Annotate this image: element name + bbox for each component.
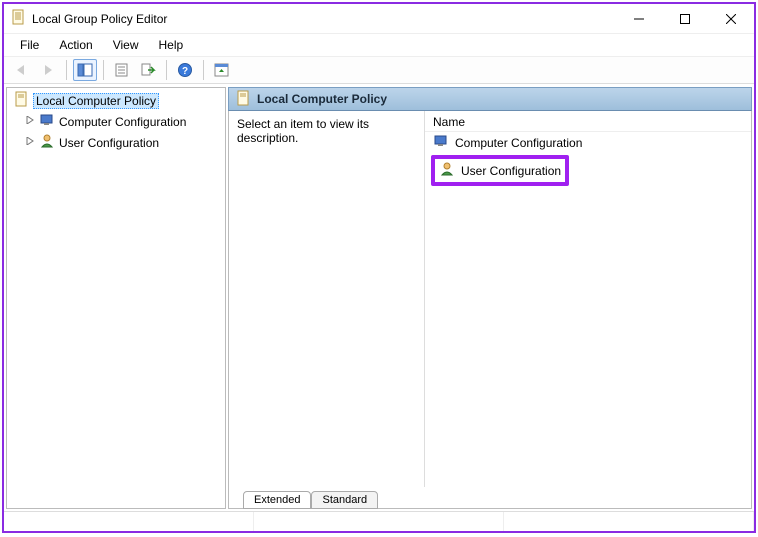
menu-action[interactable]: Action [51,36,100,54]
titlebar: Local Group Policy Editor [4,4,754,34]
status-segment [504,512,754,531]
help-button[interactable]: ? [173,59,197,81]
close-button[interactable] [708,5,754,33]
menubar: File Action View Help [4,34,754,56]
tree-root[interactable]: Local Computer Policy [11,90,221,111]
tree-item-user-config[interactable]: User Configuration [11,132,221,153]
svg-text:?: ? [182,66,188,77]
tree-item-label: Computer Configuration [59,115,186,129]
tree-item-label: User Configuration [59,136,159,150]
list-item-computer-config[interactable]: Computer Configuration [425,132,751,153]
detail-header-title: Local Computer Policy [257,92,387,106]
forward-button [36,59,60,81]
status-segment [254,512,504,531]
computer-icon [39,112,55,131]
back-button [10,59,34,81]
app-icon [10,9,26,28]
tab-standard[interactable]: Standard [311,491,378,509]
user-icon [39,133,55,152]
status-segment [4,512,254,531]
tree-root-label: Local Computer Policy [33,93,159,109]
menu-view[interactable]: View [105,36,147,54]
show-pane-button[interactable] [210,59,234,81]
tab-extended[interactable]: Extended [243,491,311,509]
item-list[interactable]: Name Computer Configuration User Configu… [424,111,751,487]
main-split: Local Computer Policy Computer Configura… [4,84,754,511]
column-header-name[interactable]: Name [425,113,751,132]
maximize-button[interactable] [662,5,708,33]
toolbar-separator [203,60,204,80]
menu-file[interactable]: File [12,36,47,54]
detail-tabs: Extended Standard [228,487,752,509]
show-tree-button[interactable] [73,59,97,81]
detail-header: Local Computer Policy [228,87,752,111]
window-title: Local Group Policy Editor [32,12,616,26]
toolbar-separator [66,60,67,80]
properties-button[interactable] [110,59,134,81]
minimize-button[interactable] [616,5,662,33]
description-panel: Select an item to view its description. [229,111,424,487]
toolbar-separator [166,60,167,80]
menu-help[interactable]: Help [151,36,192,54]
detail-pane: Local Computer Policy Select an item to … [228,87,752,509]
list-item-label: Computer Configuration [455,136,582,150]
user-icon [439,161,455,180]
tree-item-computer-config[interactable]: Computer Configuration [11,111,221,132]
tree-pane[interactable]: Local Computer Policy Computer Configura… [6,87,226,509]
policy-icon [13,91,29,110]
toolbar-separator [103,60,104,80]
chevron-right-icon[interactable] [25,116,35,127]
window-frame: Local Group Policy Editor File Action Vi… [2,2,756,533]
toolbar: ? [4,56,754,84]
export-list-button[interactable] [136,59,160,81]
chevron-right-icon[interactable] [25,137,35,148]
highlight-annotation: User Configuration [431,155,569,186]
computer-icon [433,133,449,152]
window-controls [616,5,754,33]
policy-icon [235,90,251,109]
list-item-label[interactable]: User Configuration [461,164,561,178]
description-prompt: Select an item to view its description. [237,117,369,145]
detail-body: Select an item to view its description. … [228,111,752,487]
statusbar [4,511,754,531]
